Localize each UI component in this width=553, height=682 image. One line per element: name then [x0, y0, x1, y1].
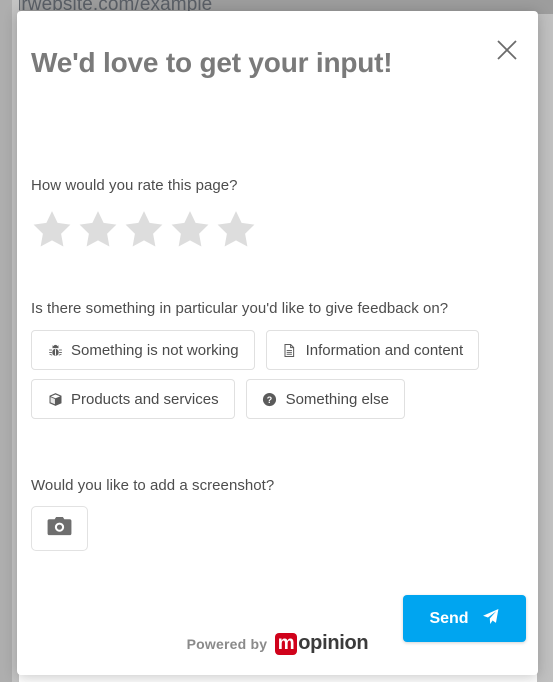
category-option-something-else[interactable]: ? Something else [245, 379, 405, 419]
category-section: Is there something in particular you'd l… [31, 300, 526, 428]
category-option-label: Products and services [71, 390, 219, 408]
category-row-1: Something is not working Information and… [31, 330, 526, 370]
category-option-label: Something else [285, 390, 389, 408]
category-options: Something is not working Information and… [31, 330, 526, 419]
rating-section: How would you rate this page? [31, 177, 511, 250]
category-option-label: Information and content [305, 341, 464, 359]
star-1[interactable] [31, 208, 73, 250]
close-button[interactable] [490, 33, 524, 67]
star-4[interactable] [169, 208, 211, 250]
feedback-modal: We'd love to get your input! How would y… [17, 11, 538, 675]
add-screenshot-button[interactable] [31, 506, 88, 551]
camera-icon [46, 513, 73, 545]
send-button-label: Send [429, 609, 469, 627]
powered-by-footer: Powered by m opinion [17, 632, 538, 655]
star-2[interactable] [77, 208, 119, 250]
powered-by-label: Powered by [186, 635, 268, 652]
category-question: Is there something in particular you'd l… [31, 300, 449, 317]
mopinion-logo[interactable]: m opinion [275, 632, 369, 655]
background-left-strip [0, 0, 12, 682]
category-option-products-and-services[interactable]: Products and services [31, 379, 235, 419]
background-right-strip-top [537, 0, 553, 14]
cube-icon [47, 391, 63, 407]
screenshot-section: Would you like to add a screenshot? [31, 477, 511, 551]
category-option-something-is-not-working[interactable]: Something is not working [31, 330, 255, 370]
bug-icon [47, 342, 63, 358]
paper-plane-icon [481, 607, 500, 631]
background-right-strip [537, 0, 553, 682]
close-x-icon [496, 39, 518, 61]
svg-text:?: ? [267, 394, 272, 404]
question-circle-icon: ? [262, 391, 278, 407]
mopinion-wordmark: opinion [298, 632, 369, 654]
rating-question: How would you rate this page? [31, 177, 238, 194]
category-option-information-and-content[interactable]: Information and content [265, 330, 480, 370]
page-root: ourwebsite.com/example We'd love to get … [0, 0, 553, 682]
star-rating-control[interactable] [31, 208, 511, 250]
mopinion-mark: m [275, 632, 298, 655]
category-option-label: Something is not working [71, 341, 239, 359]
star-3[interactable] [123, 208, 165, 250]
page-title: We'd love to get your input! [31, 47, 393, 78]
document-icon [282, 342, 298, 358]
star-5[interactable] [215, 208, 257, 250]
screenshot-question: Would you like to add a screenshot? [31, 477, 275, 494]
category-row-2: Products and services ? Something else [31, 379, 526, 419]
